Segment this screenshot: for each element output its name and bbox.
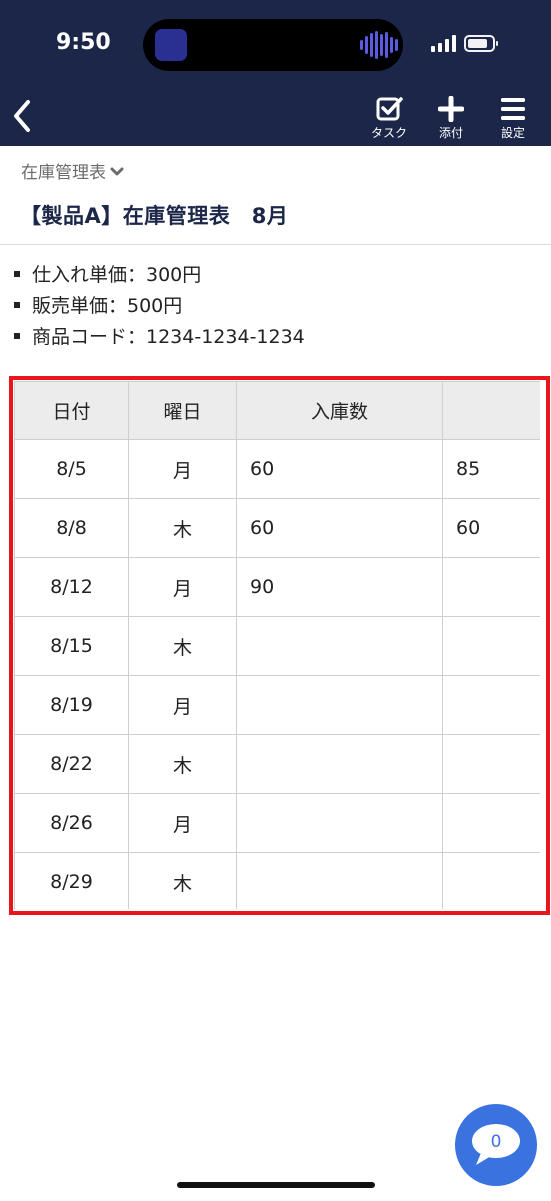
cell-weekday[interactable]: 木 — [128, 498, 237, 558]
product-code: 商品コード：1234-1234-1234 — [32, 326, 305, 348]
cell-date[interactable]: 8/22 — [14, 734, 129, 794]
chevron-down-icon — [110, 167, 124, 175]
sale-price: 販売単価：500円 — [32, 295, 183, 317]
cell-remaining[interactable]: 85 — [442, 439, 540, 499]
header-date: 日付 — [14, 381, 129, 440]
bullet-icon — [14, 270, 20, 277]
cell-received[interactable]: 60 — [236, 498, 443, 558]
plus-icon — [438, 96, 464, 122]
cell-remaining[interactable] — [442, 852, 540, 909]
cell-received[interactable] — [236, 616, 443, 676]
cell-received[interactable]: 90 — [236, 557, 443, 617]
chevron-left-icon — [14, 100, 30, 132]
back-button[interactable] — [6, 96, 42, 136]
task-button[interactable]: タスク — [362, 96, 416, 142]
table-row: 8/22 木 — [14, 734, 540, 794]
table-row: 8/8 木 60 60 — [14, 498, 540, 558]
list-item: 仕入れ単価：300円 — [14, 258, 305, 289]
cell-weekday[interactable]: 月 — [128, 675, 237, 735]
chat-unread-count: 0 — [490, 1132, 502, 1152]
cell-weekday[interactable]: 木 — [128, 852, 237, 909]
cell-remaining[interactable] — [442, 734, 540, 794]
divider — [0, 244, 551, 245]
table-row: 8/5 月 60 85 — [14, 439, 540, 499]
settings-label: 設定 — [500, 126, 525, 140]
bullet-icon — [14, 332, 20, 339]
cell-date[interactable]: 8/26 — [14, 793, 129, 853]
attach-button[interactable]: 添付 — [424, 96, 478, 142]
cell-remaining[interactable] — [442, 557, 540, 617]
table-row: 8/15 木 — [14, 616, 540, 676]
app-header: 9:50 タスク 添付 設定 — [0, 0, 551, 146]
cell-received[interactable] — [236, 734, 443, 794]
table-header-row: 日付 曜日 入庫数 残 — [14, 381, 540, 440]
settings-button[interactable]: 設定 — [486, 96, 540, 142]
cell-date[interactable]: 8/8 — [14, 498, 129, 558]
chat-button[interactable]: 0 — [455, 1104, 537, 1186]
bullet-icon — [14, 301, 20, 308]
breadcrumb[interactable]: 在庫管理表 — [21, 158, 124, 183]
header-weekday: 曜日 — [128, 381, 237, 440]
menu-icon — [501, 98, 525, 120]
breadcrumb-label: 在庫管理表 — [21, 163, 106, 183]
inventory-table-scroll[interactable]: 日付 曜日 入庫数 残 8/5 月 60 85 8/8 木 60 60 8/12… — [14, 381, 540, 909]
cell-date[interactable]: 8/15 — [14, 616, 129, 676]
home-indicator — [177, 1182, 375, 1188]
cell-weekday[interactable]: 月 — [128, 439, 237, 499]
list-item: 販売単価：500円 — [14, 289, 305, 320]
battery-icon — [464, 35, 498, 52]
header-received: 入庫数 — [236, 381, 443, 440]
checklist-icon — [376, 97, 403, 121]
cell-remaining[interactable] — [442, 616, 540, 676]
signal-icon — [431, 35, 456, 52]
cell-weekday[interactable]: 月 — [128, 793, 237, 853]
cell-weekday[interactable]: 月 — [128, 557, 237, 617]
cell-weekday[interactable]: 木 — [128, 616, 237, 676]
cell-received[interactable] — [236, 675, 443, 735]
header-remaining: 残 — [442, 381, 540, 440]
table-row: 8/29 木 — [14, 852, 540, 909]
cell-date[interactable]: 8/29 — [14, 852, 129, 909]
table-row: 8/12 月 90 — [14, 557, 540, 617]
table-row: 8/26 月 — [14, 793, 540, 853]
cell-received[interactable]: 60 — [236, 439, 443, 499]
audio-wave-icon — [360, 31, 398, 59]
cell-weekday[interactable]: 木 — [128, 734, 237, 794]
inventory-table: 日付 曜日 入庫数 残 8/5 月 60 85 8/8 木 60 60 8/12… — [14, 381, 540, 909]
cell-received[interactable] — [236, 793, 443, 853]
cell-remaining[interactable]: 60 — [442, 498, 540, 558]
attach-label: 添付 — [438, 126, 463, 140]
app-icon — [155, 29, 187, 61]
cell-date[interactable]: 8/19 — [14, 675, 129, 735]
table-row: 8/19 月 — [14, 675, 540, 735]
list-item: 商品コード：1234-1234-1234 — [14, 320, 305, 351]
purchase-price: 仕入れ単価：300円 — [32, 264, 202, 286]
cell-remaining[interactable] — [442, 793, 540, 853]
product-info-list: 仕入れ単価：300円 販売単価：500円 商品コード：1234-1234-123… — [14, 258, 305, 351]
cell-date[interactable]: 8/5 — [14, 439, 129, 499]
page-title: 【製品A】在庫管理表 8月 — [20, 204, 289, 228]
status-time: 9:50 — [56, 30, 111, 55]
cell-date[interactable]: 8/12 — [14, 557, 129, 617]
cell-received[interactable] — [236, 852, 443, 909]
task-label: タスク — [370, 126, 407, 140]
cell-remaining[interactable] — [442, 675, 540, 735]
